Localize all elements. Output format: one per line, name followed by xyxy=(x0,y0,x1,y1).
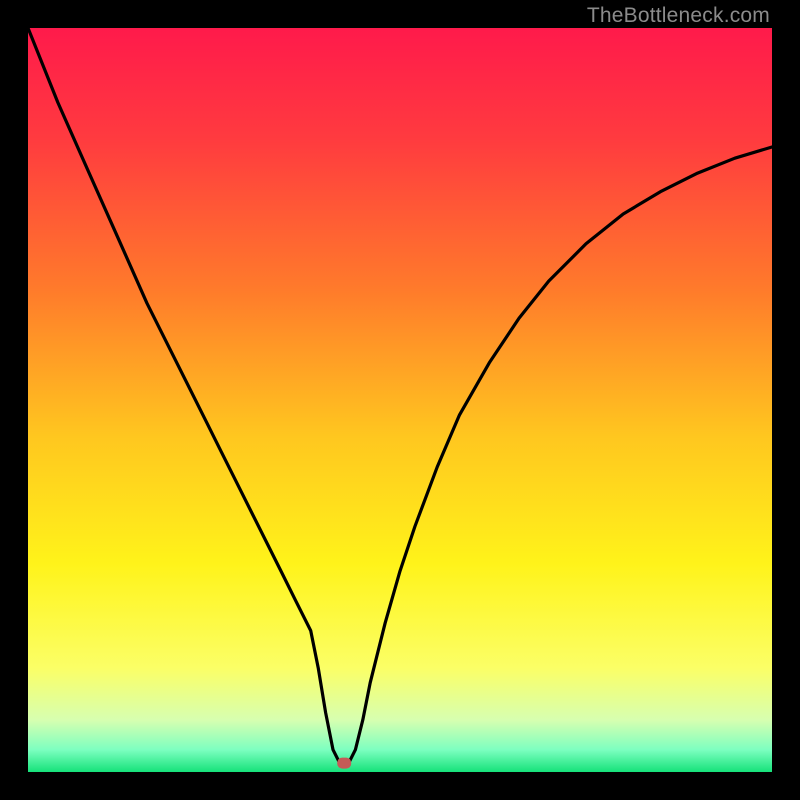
plot-area xyxy=(28,28,772,772)
bottleneck-curve xyxy=(28,28,772,772)
watermark-text: TheBottleneck.com xyxy=(587,4,770,28)
optimum-marker xyxy=(337,758,351,769)
chart-frame: TheBottleneck.com xyxy=(0,0,800,800)
